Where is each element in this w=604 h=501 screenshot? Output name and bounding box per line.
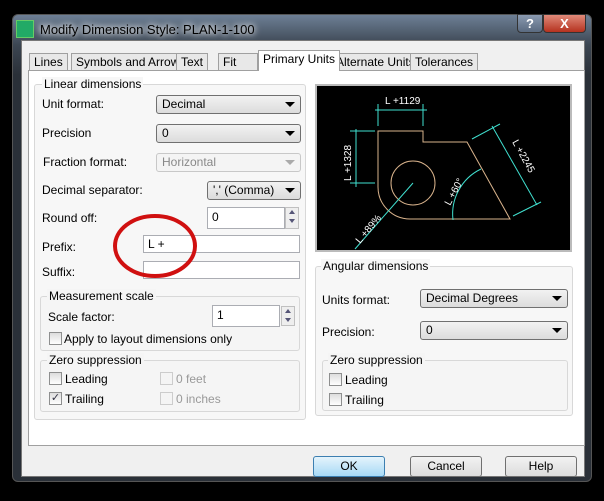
dropdown-arrow-icon <box>285 102 295 107</box>
tab-tolerances[interactable]: Tolerances <box>410 53 479 71</box>
angular-trailing-checkbox[interactable] <box>329 393 342 406</box>
tab-alternate-units[interactable]: Alternate Units <box>331 53 420 71</box>
dimension-preview: L +1129 L +1328 L +2245 L +60° L +89% <box>315 84 572 252</box>
dropdown-arrow-icon <box>552 328 562 333</box>
preview-label-left: L +1328 <box>343 145 354 181</box>
spin-up-icon[interactable] <box>286 208 298 217</box>
tab-text[interactable]: Text <box>176 53 209 71</box>
linear-dimensions-title: Linear dimensions <box>42 77 144 91</box>
close-button[interactable]: X <box>543 14 586 33</box>
angular-units-format-value: Decimal Degrees <box>426 291 519 305</box>
fraction-format-value: Horizontal <box>162 155 217 169</box>
round-off-label: Round off: <box>42 211 98 225</box>
angular-precision-value: 0 <box>426 323 433 337</box>
help-title-button[interactable]: ? <box>517 14 543 33</box>
angular-leading-label: Leading <box>345 373 388 387</box>
tab-symbols-and-arrows[interactable]: Symbols and Arrows <box>71 53 191 71</box>
tab-primary-units[interactable]: Primary Units <box>258 50 341 71</box>
unit-format-value: Decimal <box>162 97 206 111</box>
angular-zero-suppression-title: Zero suppression <box>328 353 425 367</box>
dropdown-arrow-icon <box>552 296 562 301</box>
ok-button[interactable]: OK <box>313 456 385 477</box>
unit-format-select[interactable]: Decimal <box>156 95 301 114</box>
suffix-label: Suffix: <box>42 265 76 279</box>
angular-units-format-label: Units format: <box>322 293 391 307</box>
round-off-input[interactable]: 0 <box>207 207 285 229</box>
unit-format-label: Unit format: <box>42 97 105 111</box>
angular-leading-checkbox[interactable] <box>329 373 342 386</box>
preview-label-right: L +2245 <box>509 138 536 175</box>
window-title: Modify Dimension Style: PLAN-1-100 <box>40 21 255 37</box>
decimal-separator-label: Decimal separator: <box>42 183 143 197</box>
apply-layout-checkbox[interactable] <box>49 332 62 345</box>
precision-value: 0 <box>162 126 169 140</box>
spin-down-icon[interactable] <box>282 316 294 325</box>
preview-label-angle: L +60° <box>443 177 466 208</box>
preview-drawing: L +1129 L +1328 L +2245 L +60° L +89% <box>343 96 542 250</box>
angular-trailing-label: Trailing <box>345 393 384 407</box>
preview-outline <box>377 130 511 220</box>
precision-label: Precision <box>42 126 92 140</box>
spin-up-icon[interactable] <box>282 307 294 316</box>
decimal-separator-value: ',' (Comma) <box>213 183 275 197</box>
title-bar: Modify Dimension Style: PLAN-1-100 <box>16 18 316 40</box>
angular-units-format-select[interactable]: Decimal Degrees <box>420 289 568 308</box>
prefix-label: Prefix: <box>42 240 77 254</box>
fraction-format-select: Horizontal <box>156 153 301 172</box>
help-button[interactable]: Help <box>505 456 577 477</box>
angular-precision-label: Precision: <box>322 325 375 339</box>
angular-precision-select[interactable]: 0 <box>420 321 568 340</box>
round-off-spinner[interactable] <box>285 207 299 229</box>
scale-factor-input[interactable]: 1 <box>212 305 280 327</box>
angular-dimensions-title: Angular dimensions <box>321 259 431 273</box>
dropdown-arrow-icon <box>285 160 295 165</box>
dropdown-arrow-icon <box>285 131 295 136</box>
fraction-format-label: Fraction format: <box>43 155 128 169</box>
scale-factor-spinner[interactable] <box>281 306 295 326</box>
zero-inches-label: 0 inches <box>176 392 221 406</box>
measurement-scale-title: Measurement scale <box>47 289 156 303</box>
leading-checkbox[interactable] <box>49 372 62 385</box>
decimal-separator-select[interactable]: ',' (Comma) <box>207 181 301 200</box>
tab-fit[interactable]: Fit <box>218 53 258 71</box>
red-annotation-circle <box>113 214 197 278</box>
autocad-app-icon <box>16 20 34 38</box>
trailing-label: Trailing <box>65 392 104 406</box>
zero-feet-checkbox <box>160 372 173 385</box>
leading-label: Leading <box>65 372 108 386</box>
cancel-button[interactable]: Cancel <box>410 456 482 477</box>
spin-down-icon[interactable] <box>286 217 298 226</box>
preview-label-top: L +1129 <box>385 96 421 107</box>
preview-label-radius: L +89% <box>354 213 384 246</box>
dropdown-arrow-icon <box>285 188 295 193</box>
precision-select[interactable]: 0 <box>156 124 301 143</box>
trailing-checkbox[interactable]: ✓ <box>49 392 62 405</box>
scale-factor-label: Scale factor: <box>48 310 115 324</box>
zero-feet-label: 0 feet <box>176 372 207 386</box>
apply-layout-label: Apply to layout dimensions only <box>64 332 233 346</box>
tab-lines[interactable]: Lines <box>29 53 68 71</box>
zero-inches-checkbox <box>160 392 173 405</box>
linear-zero-suppression-title: Zero suppression <box>47 353 144 367</box>
